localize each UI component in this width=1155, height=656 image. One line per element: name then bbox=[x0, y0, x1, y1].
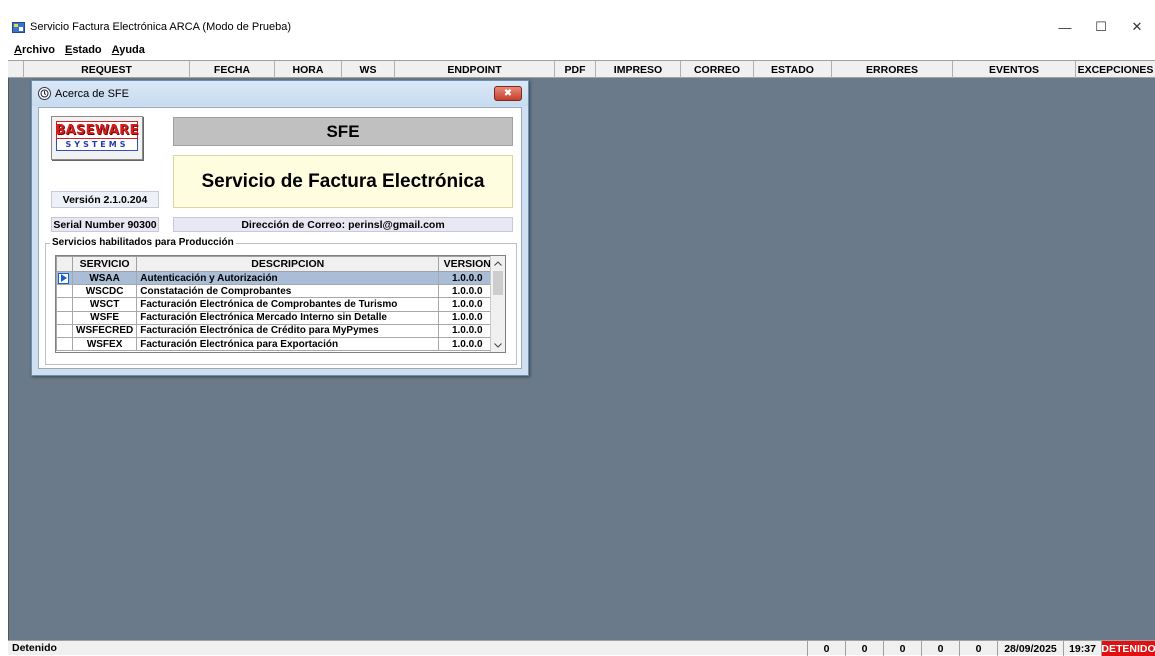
menu-archivo-accel: A bbox=[14, 43, 22, 56]
services-scrollbar[interactable] bbox=[490, 256, 505, 352]
serial-number-label: Serial Number 90300 bbox=[51, 217, 159, 232]
header-servicio[interactable]: SERVICIO bbox=[71, 256, 138, 272]
about-dialog-title: Acerca de SFE bbox=[55, 87, 129, 100]
status-time: 19:37 bbox=[1063, 641, 1101, 656]
about-dialog-body: BASEWARE SYSTEMS SFE Servicio de Factura… bbox=[38, 107, 522, 369]
row-selector[interactable] bbox=[56, 336, 73, 352]
status-counter-1: 0 bbox=[807, 641, 845, 656]
table-row[interactable]: WSCDC Constatación de Comprobantes 1.0.0… bbox=[56, 284, 497, 299]
column-eventos[interactable]: EVENTOS bbox=[953, 61, 1076, 78]
app-icon bbox=[12, 21, 25, 33]
row-selector[interactable] bbox=[56, 284, 73, 299]
table-row[interactable]: WSAA Autenticación y Autorización 1.0.0.… bbox=[56, 270, 497, 286]
status-state-badge: DETENIDO bbox=[1101, 641, 1155, 656]
cell-servicio: WSFECRED bbox=[71, 323, 138, 338]
header-descripcion[interactable]: DESCRIPCION bbox=[136, 256, 440, 272]
menu-estado[interactable]: Estado bbox=[65, 44, 102, 56]
product-short-name: SFE bbox=[173, 117, 513, 146]
cell-descripcion: Facturación Electrónica para Exportación bbox=[136, 336, 440, 352]
maximize-button[interactable]: ☐ bbox=[1083, 14, 1119, 40]
table-row[interactable]: WSCT Facturación Electrónica de Comproba… bbox=[56, 297, 497, 312]
cell-descripcion: Facturación Electrónica Mercado Interno … bbox=[136, 310, 440, 325]
status-counter-3: 0 bbox=[883, 641, 921, 656]
services-group: Servicios habilitados para Producción SE… bbox=[45, 237, 517, 365]
cell-descripcion: Facturación Electrónica de Comprobantes … bbox=[136, 297, 440, 312]
minimize-button[interactable]: — bbox=[1047, 14, 1083, 40]
column-correo[interactable]: CORREO bbox=[681, 61, 754, 78]
row-selector[interactable] bbox=[56, 270, 73, 286]
cell-version: 1.0.0.0 bbox=[438, 310, 497, 325]
status-bar: Detenido 0 0 0 0 0 28/09/2025 19:37 DETE… bbox=[8, 640, 1155, 656]
grid-row-indicator-header bbox=[8, 61, 24, 78]
cell-servicio: WSCT bbox=[71, 297, 138, 312]
column-impreso[interactable]: IMPRESO bbox=[596, 61, 681, 78]
info-icon bbox=[38, 87, 51, 100]
services-group-label: Servicios habilitados para Producción bbox=[50, 237, 236, 248]
cell-version: 1.0.0.0 bbox=[438, 323, 497, 338]
cell-descripcion: Autenticación y Autorización bbox=[136, 270, 440, 286]
row-selector[interactable] bbox=[56, 310, 73, 325]
status-counter-4: 0 bbox=[921, 641, 959, 656]
header-version[interactable]: VERSION bbox=[438, 256, 497, 272]
cell-servicio: WSCDC bbox=[71, 284, 138, 299]
close-button[interactable]: ✕ bbox=[1119, 14, 1155, 40]
column-hora[interactable]: HORA bbox=[275, 61, 342, 78]
column-request[interactable]: REQUEST bbox=[24, 61, 190, 78]
table-row[interactable]: WSFECRED Facturación Electrónica de Créd… bbox=[56, 323, 497, 338]
status-text: Detenido bbox=[12, 642, 57, 654]
logo-text-top: BASEWARE bbox=[55, 121, 139, 139]
cell-servicio: WSFE bbox=[71, 310, 138, 325]
column-endpoint[interactable]: ENDPOINT bbox=[395, 61, 555, 78]
menu-ayuda[interactable]: Ayuda bbox=[112, 44, 145, 56]
version-label: Versión 2.1.0.204 bbox=[51, 191, 159, 208]
cell-servicio: WSFEX bbox=[71, 336, 138, 352]
row-selector[interactable] bbox=[56, 323, 73, 338]
scroll-up-icon[interactable] bbox=[491, 256, 505, 270]
column-errores[interactable]: ERRORES bbox=[832, 61, 953, 78]
current-row-icon bbox=[58, 272, 69, 284]
cell-descripcion: Constatación de Comprobantes bbox=[136, 284, 440, 299]
status-counter-2: 0 bbox=[845, 641, 883, 656]
cell-version: 1.0.0.0 bbox=[438, 336, 497, 352]
scroll-thumb[interactable] bbox=[493, 271, 503, 295]
baseware-logo: BASEWARE SYSTEMS bbox=[51, 116, 143, 160]
status-counter-5: 0 bbox=[959, 641, 997, 656]
cell-version: 1.0.0.0 bbox=[438, 297, 497, 312]
menu-estado-label: stado bbox=[72, 43, 102, 56]
about-dialog-title-bar[interactable]: Acerca de SFE ✖ bbox=[32, 81, 528, 106]
row-indicator-header bbox=[56, 256, 73, 272]
table-row[interactable]: WSFEX Facturación Electrónica para Expor… bbox=[56, 336, 497, 352]
title-bar: Servicio Factura Electrónica ARCA (Modo … bbox=[8, 14, 1155, 40]
column-excepciones[interactable]: EXCEPCIONES bbox=[1076, 61, 1155, 78]
product-full-name: Servicio de Factura Electrónica bbox=[173, 155, 513, 208]
logo-text-bottom: SYSTEMS bbox=[56, 139, 138, 151]
window-title: Servicio Factura Electrónica ARCA (Modo … bbox=[30, 21, 292, 33]
column-ws[interactable]: WS bbox=[342, 61, 395, 78]
services-table[interactable]: SERVICIO DESCRIPCION VERSION WSAA Autent… bbox=[55, 255, 506, 353]
row-selector[interactable] bbox=[56, 297, 73, 312]
column-fecha[interactable]: FECHA bbox=[190, 61, 275, 78]
about-dialog: Acerca de SFE ✖ BASEWARE SYSTEMS SFE Ser… bbox=[31, 80, 529, 376]
cell-version: 1.0.0.0 bbox=[438, 284, 497, 299]
table-row[interactable]: WSFE Facturación Electrónica Mercado Int… bbox=[56, 310, 497, 325]
column-pdf[interactable]: PDF bbox=[555, 61, 596, 78]
email-label: Dirección de Correo: perinsl@gmail.com bbox=[173, 217, 513, 232]
status-date: 28/09/2025 bbox=[997, 641, 1063, 656]
menu-bar: Archivo Estado Ayuda bbox=[8, 41, 1155, 58]
about-close-button[interactable]: ✖ bbox=[494, 86, 522, 101]
cell-version: 1.0.0.0 bbox=[438, 270, 497, 286]
menu-archivo[interactable]: Archivo bbox=[14, 44, 55, 56]
menu-ayuda-label: yuda bbox=[119, 43, 145, 56]
scroll-down-icon[interactable] bbox=[491, 338, 505, 352]
cell-servicio: WSAA bbox=[71, 270, 138, 286]
menu-archivo-label: rchivo bbox=[21, 43, 55, 56]
cell-descripcion: Facturación Electrónica de Crédito para … bbox=[136, 323, 440, 338]
column-estado[interactable]: ESTADO bbox=[754, 61, 832, 78]
requests-grid-header: REQUEST FECHA HORA WS ENDPOINT PDF IMPRE… bbox=[8, 60, 1155, 78]
